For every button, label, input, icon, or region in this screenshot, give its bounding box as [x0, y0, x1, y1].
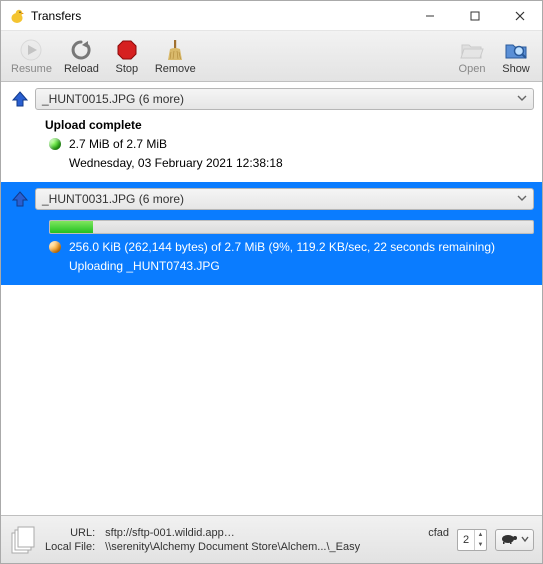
folder-search-icon — [504, 38, 528, 62]
upload-arrow-icon — [9, 190, 31, 208]
upload-complete-label: Upload complete — [45, 116, 534, 134]
reload-label: Reload — [64, 63, 99, 75]
status-bullet-green — [49, 138, 61, 150]
transfer-filename: _HUNT0015.JPG (6 more) — [42, 92, 184, 106]
broom-icon — [163, 38, 187, 62]
remove-label: Remove — [155, 63, 196, 75]
transfer-uploading-text: Uploading _HUNT0743.JPG — [69, 257, 220, 275]
window-title: Transfers — [31, 9, 81, 23]
chevron-down-icon — [517, 192, 527, 206]
transfer-progress-text: 256.0 KiB (262,144 bytes) of 2.7 MiB (9%… — [69, 238, 495, 256]
app-icon — [9, 8, 25, 24]
open-button[interactable]: Open — [450, 31, 494, 81]
stop-label: Stop — [116, 63, 139, 75]
remove-button[interactable]: Remove — [149, 31, 202, 81]
window-controls — [407, 1, 542, 31]
upload-arrow-icon — [9, 90, 31, 108]
chevron-down-icon — [521, 534, 529, 546]
progress-bar — [49, 220, 534, 234]
show-button[interactable]: Show — [494, 31, 538, 81]
bandwidth-button[interactable] — [495, 529, 534, 551]
chevron-down-icon — [517, 92, 527, 106]
stop-button[interactable]: Stop — [105, 31, 149, 81]
url-value: sftp://sftp-001.wildid.app… — [105, 527, 418, 539]
stepper-up-icon[interactable]: ▲ — [475, 530, 486, 540]
url-label: URL: — [45, 527, 95, 539]
reload-icon — [69, 38, 93, 62]
transfer-timestamp: Wednesday, 03 February 2021 12:38:18 — [69, 154, 283, 172]
titlebar: Transfers — [1, 1, 542, 31]
minimize-button[interactable] — [407, 1, 452, 31]
transfer-filename-dropdown[interactable]: _HUNT0031.JPG (6 more) — [35, 188, 534, 210]
statusbar: URL: sftp://sftp-001.wildid.app… cfad Lo… — [1, 515, 542, 563]
folder-open-icon — [460, 38, 484, 62]
transfer-item[interactable]: _HUNT0015.JPG (6 more) Upload complete 2… — [1, 82, 542, 182]
transfer-filename: _HUNT0031.JPG (6 more) — [42, 192, 184, 206]
url-tail: cfad — [428, 527, 449, 539]
transfer-item[interactable]: _HUNT0031.JPG (6 more) 256.0 KiB (262,14… — [1, 182, 542, 285]
status-bullet-orange — [49, 241, 61, 253]
close-button[interactable] — [497, 1, 542, 31]
local-file-label: Local File: — [45, 541, 95, 553]
maximize-button[interactable] — [452, 1, 497, 31]
transfer-size: 2.7 MiB of 2.7 MiB — [69, 135, 167, 153]
play-icon — [19, 38, 43, 62]
documents-stack-icon — [9, 525, 37, 555]
resume-label: Resume — [11, 63, 52, 75]
connections-value: 2 — [458, 530, 474, 550]
transfer-filename-dropdown[interactable]: _HUNT0015.JPG (6 more) — [35, 88, 534, 110]
stop-icon — [115, 38, 139, 62]
stepper-down-icon[interactable]: ▼ — [475, 540, 486, 550]
toolbar: Resume Reload Stop Remove Op — [1, 31, 542, 82]
turtle-icon — [500, 532, 518, 547]
open-label: Open — [459, 63, 486, 75]
connections-stepper[interactable]: 2 ▲ ▼ — [457, 529, 487, 551]
transfers-list[interactable]: _HUNT0015.JPG (6 more) Upload complete 2… — [1, 82, 542, 515]
local-file-value: \\serenity\Alchemy Document Store\Alchem… — [105, 541, 449, 553]
show-label: Show — [502, 63, 530, 75]
reload-button[interactable]: Reload — [58, 31, 105, 81]
resume-button[interactable]: Resume — [5, 31, 58, 81]
